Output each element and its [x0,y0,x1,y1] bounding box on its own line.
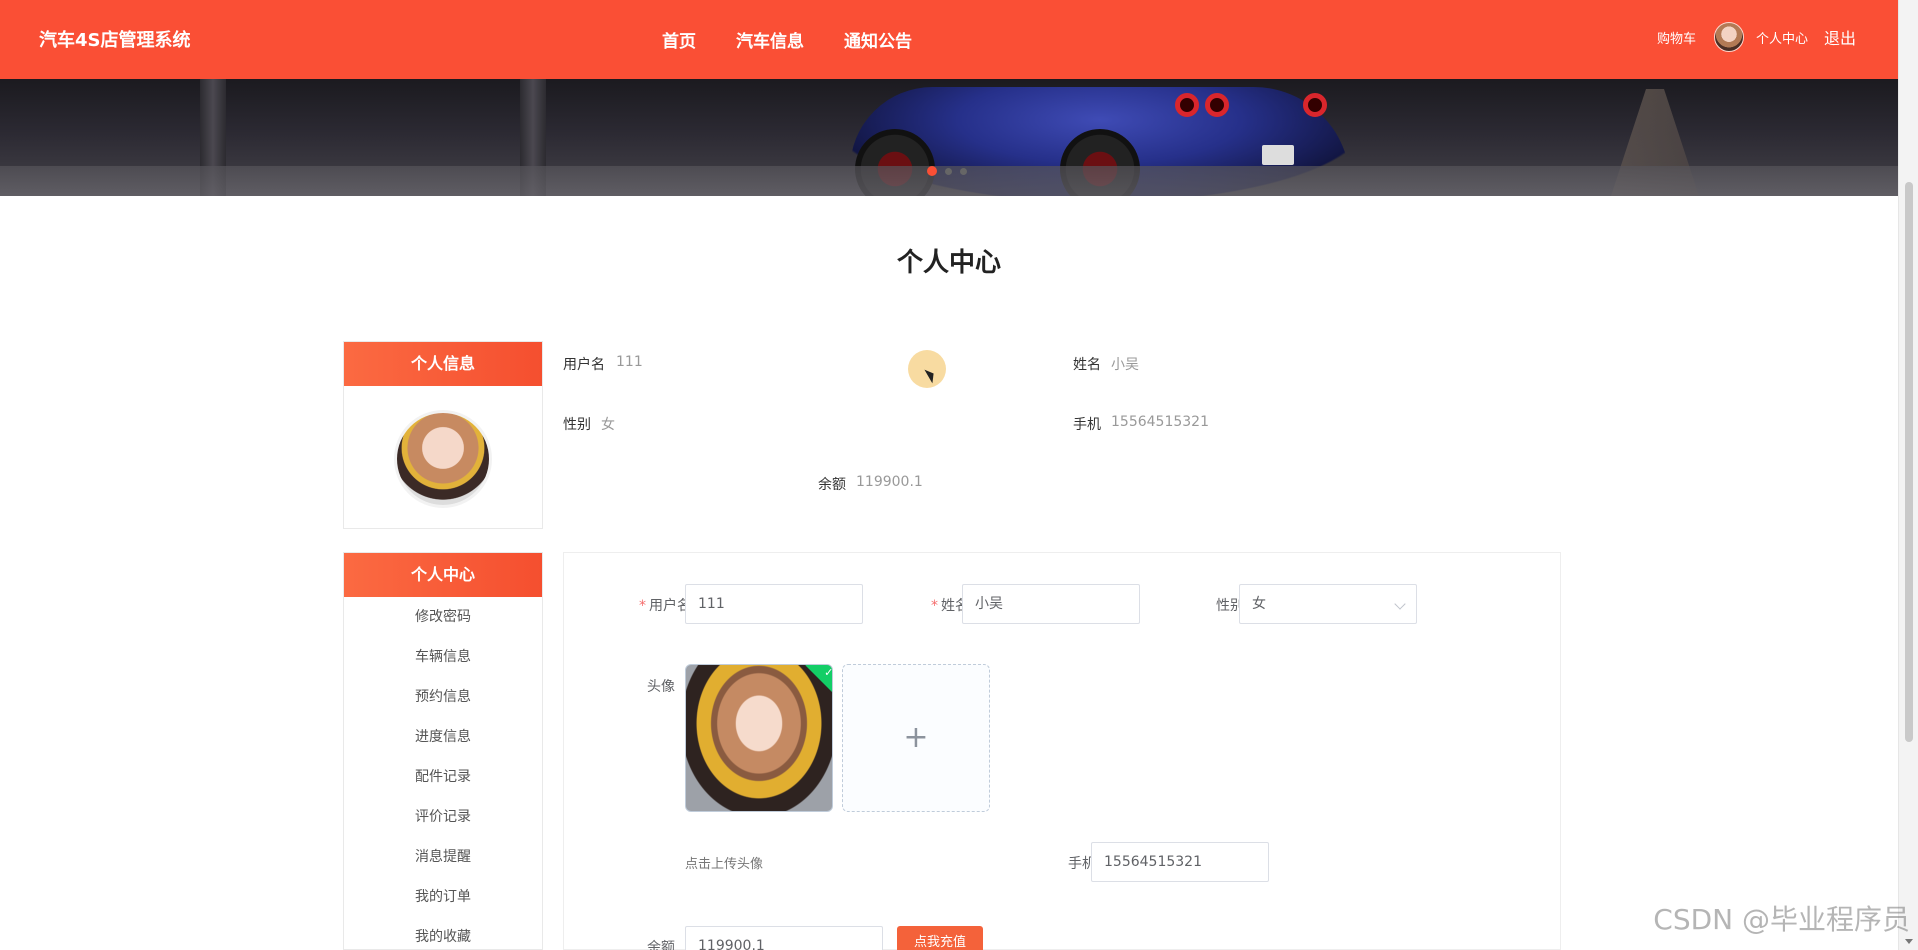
info-balance-value: 119900.1 [856,474,923,490]
cart-link[interactable]: 购物车 [1657,28,1696,47]
gender-select-value: 女 [1252,596,1266,612]
uploaded-avatar-image[interactable]: ✓ [685,664,833,812]
info-username-value: 111 [616,354,643,370]
phone-input[interactable]: 15564515321 [1091,842,1269,882]
page-scrollbar[interactable] [1898,0,1918,950]
nav-home[interactable]: 首页 [662,27,696,52]
car-plate [1262,145,1294,165]
carousel-indicator[interactable] [960,168,967,175]
upload-avatar-tip[interactable]: 点击上传头像 [685,853,763,872]
user-area: 购物车 个人中心 退出 [1657,22,1856,52]
avatar [397,413,489,505]
menu-my-orders[interactable]: 我的订单 [344,877,542,917]
info-name-value: 小吴 [1111,357,1139,373]
watermark: CSDN @毕业程序员 [1653,903,1910,936]
upload-success-icon: ✓ [805,665,833,694]
required-mark: * [639,598,646,614]
car-taillight [1205,93,1229,117]
menu-review-records[interactable]: 评价记录 [344,797,542,837]
menu-my-favorites[interactable]: 我的收藏 [344,917,542,950]
required-mark: * [931,598,938,614]
info-username-label: 用户名 [563,357,605,373]
car-taillight [1303,93,1327,117]
recharge-button[interactable]: 点我充值 [897,926,983,950]
top-navbar: 汽车4S店管理系统 首页 汽车信息 通知公告 购物车 个人中心 退出 [0,0,1898,79]
menu-message-reminders[interactable]: 消息提醒 [344,837,542,877]
info-gender-label: 性别 [563,417,591,433]
phone-field-label: 手机 [1068,856,1096,872]
user-center-menu-header: 个人中心 [344,553,542,597]
menu-progress-info[interactable]: 进度信息 [344,717,542,757]
upload-add-button[interactable]: + [842,664,990,812]
menu-vehicle-info[interactable]: 车辆信息 [344,637,542,677]
username-input[interactable]: 111 [685,584,863,624]
nav-notice[interactable]: 通知公告 [844,27,912,52]
brand-title[interactable]: 汽车4S店管理系统 [39,26,191,52]
scrollbar-thumb[interactable] [1905,182,1913,742]
personal-info-card: 个人信息 [343,341,543,529]
scroll-down-arrow-icon[interactable] [1905,939,1913,944]
name-field-label: * 姓名 [909,595,969,615]
menu-change-password[interactable]: 修改密码 [344,597,542,637]
info-phone-value: 15564515321 [1111,414,1209,430]
banner-carousel[interactable] [0,79,1898,196]
gender-field-label: 性别 [1216,598,1244,614]
info-balance-label: 余额 [818,477,846,493]
user-center-menu: 个人中心 修改密码 车辆信息 预约信息 进度信息 配件记录 评价记录 消息提醒 … [343,552,543,950]
menu-appointment-info[interactable]: 预约信息 [344,677,542,717]
profile-link[interactable]: 个人中心 [1756,28,1808,47]
car-taillight [1175,93,1199,117]
personal-info-header: 个人信息 [344,342,542,386]
check-icon: ✓ [824,665,833,679]
carousel-indicator-active[interactable] [927,166,937,176]
username-field-label: * 用户名 [621,595,691,615]
main-nav: 首页 汽车信息 通知公告 [662,27,912,52]
avatar[interactable] [1713,22,1744,52]
avatar-field-label: 头像 [647,679,675,695]
menu-parts-records[interactable]: 配件记录 [344,757,542,797]
profile-edit-form: * 用户名 111 * 姓名 小吴 性别 女 头像 ✓ + 点击上传头像 手机 15… [563,552,1561,950]
chevron-down-icon [1394,598,1406,610]
name-input[interactable]: 小吴 [962,584,1140,624]
balance-field-label: 余额 [647,940,675,950]
info-gender-value: 女 [601,417,615,433]
gender-select[interactable]: 女 [1239,584,1417,624]
balance-input[interactable]: 119900.1 [685,926,883,950]
nav-car-info[interactable]: 汽车信息 [736,27,804,52]
info-phone-label: 手机 [1073,417,1101,433]
info-name-label: 姓名 [1073,357,1101,373]
carousel-indicator[interactable] [945,168,952,175]
logout-link[interactable]: 退出 [1824,25,1856,49]
page-title: 个人中心 [896,248,1001,278]
